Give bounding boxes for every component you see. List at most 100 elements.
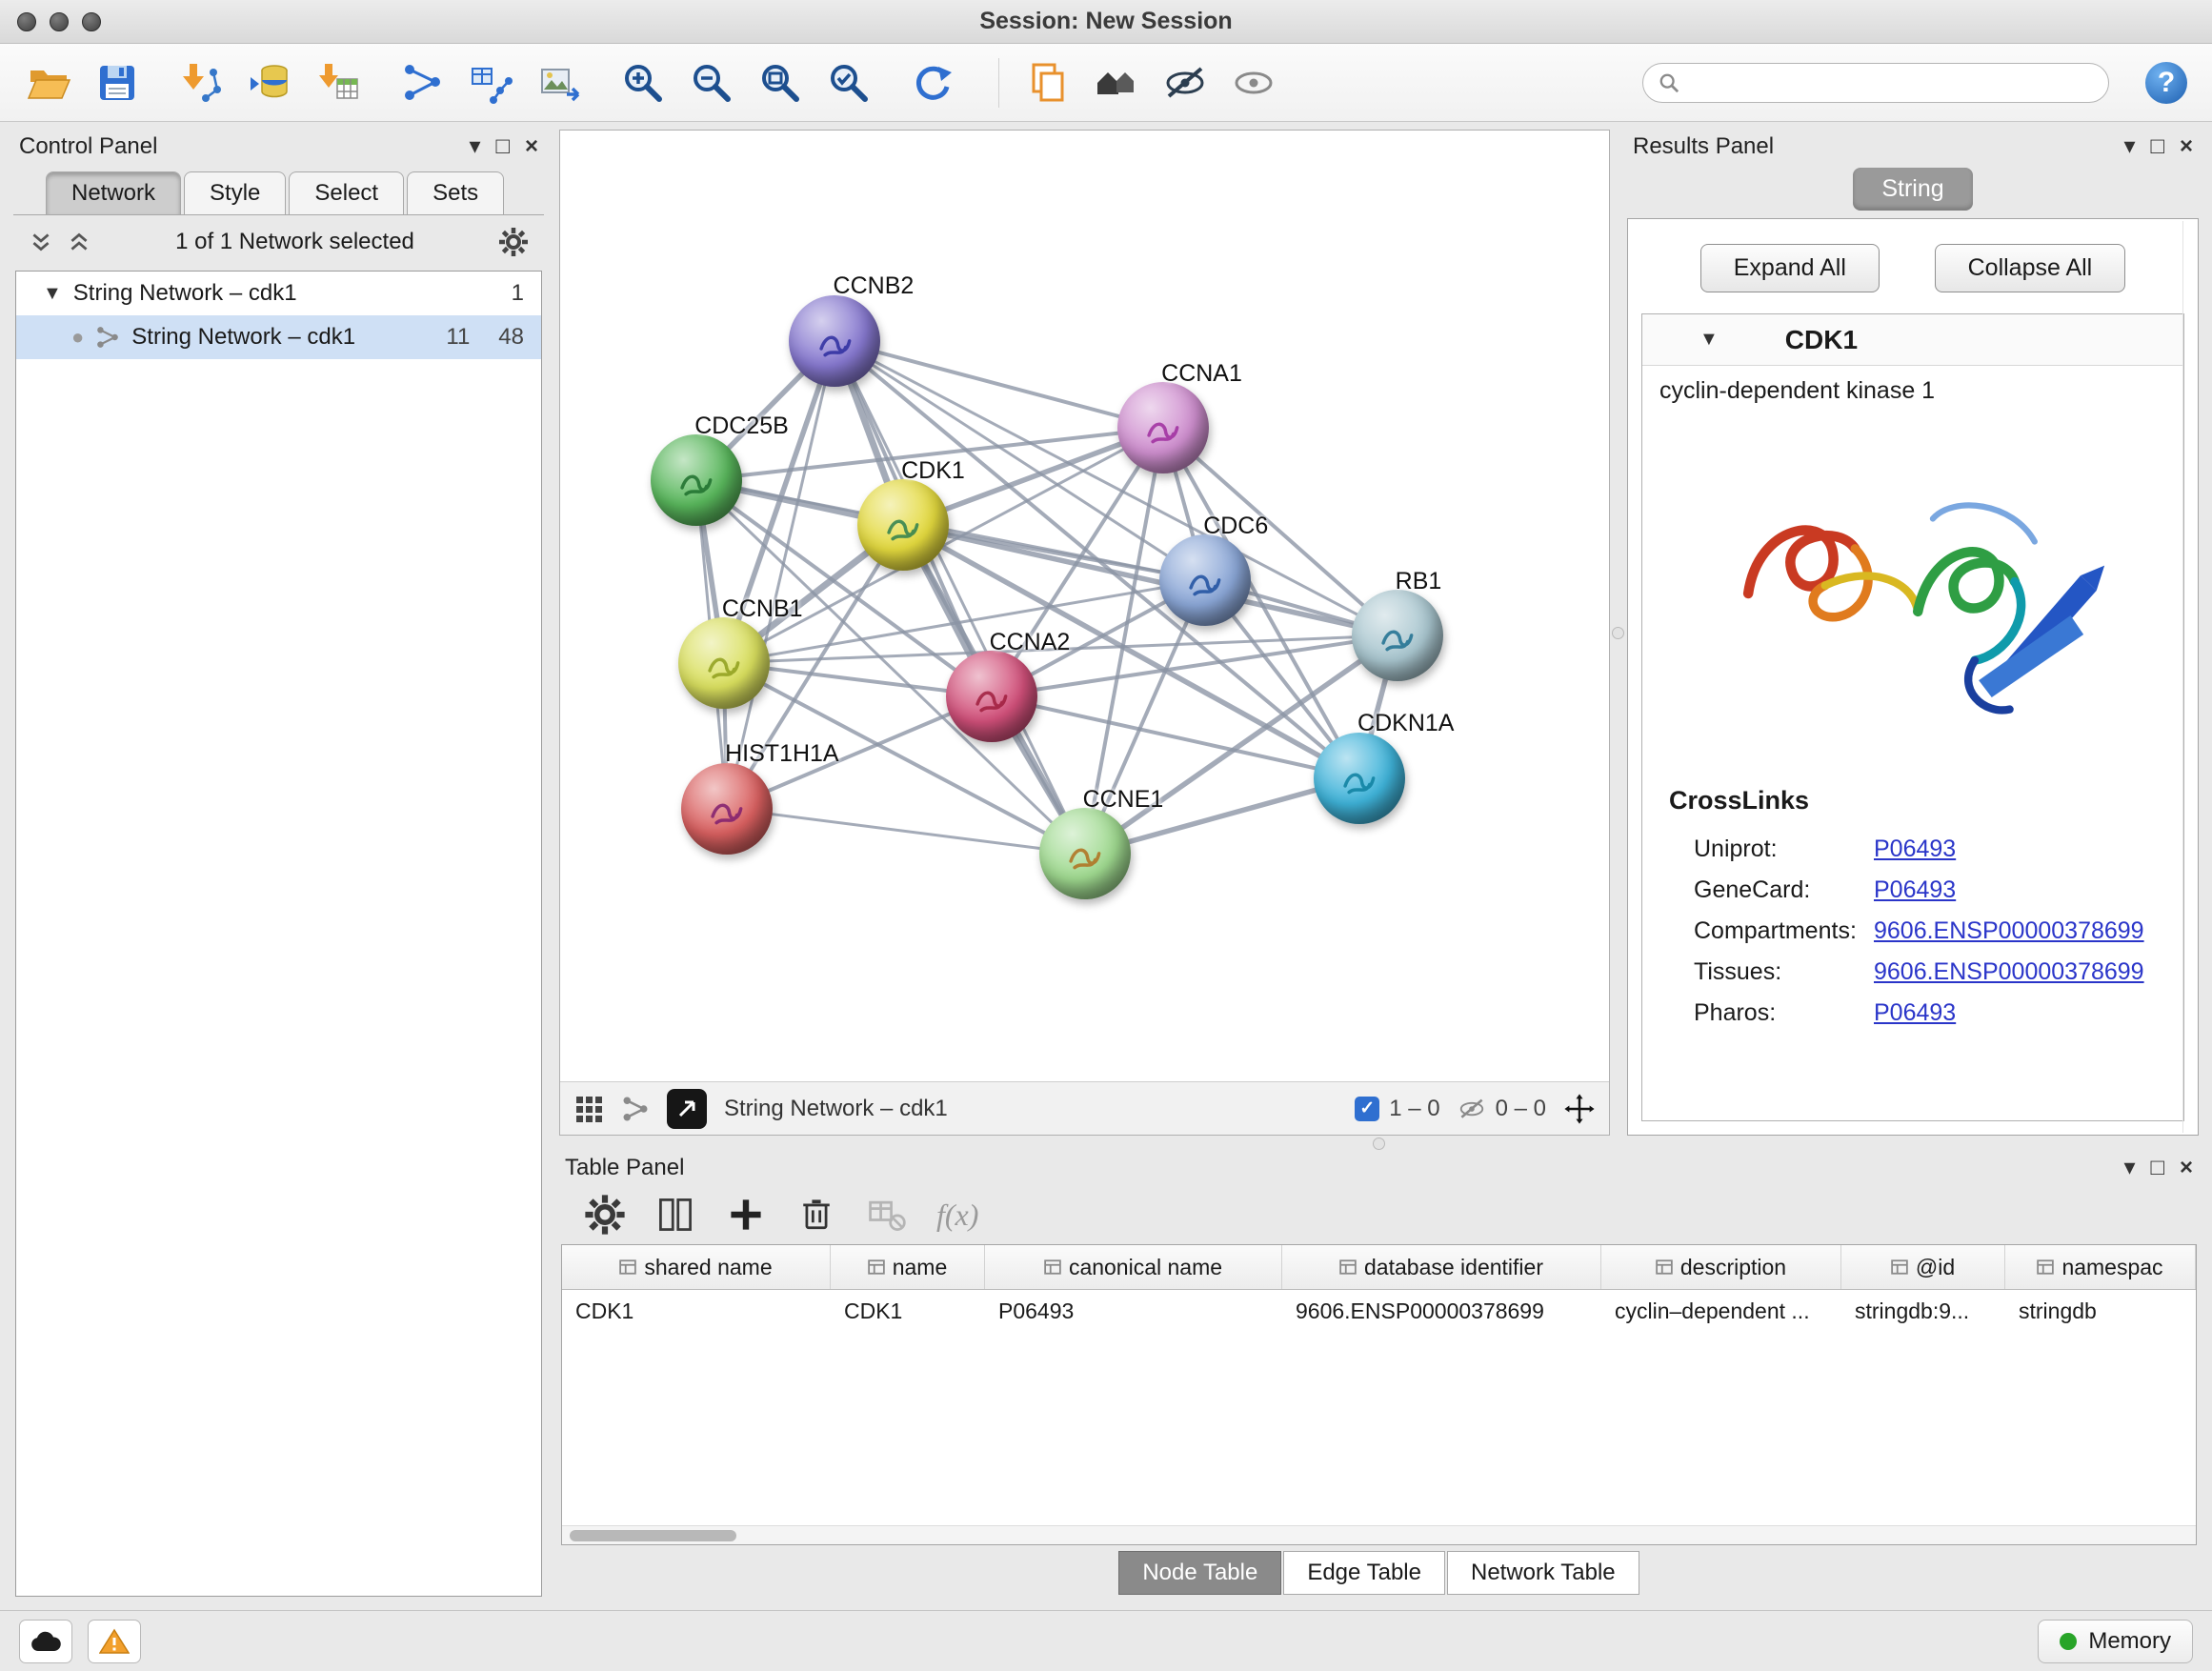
delete-trash-icon[interactable]: [795, 1194, 837, 1236]
table-cell: stringdb: [2005, 1299, 2196, 1324]
import-network-database-icon[interactable]: [246, 59, 293, 107]
network-node-ccnb1[interactable]: CCNB1: [678, 617, 770, 709]
network-node-rb1[interactable]: RB1: [1352, 590, 1443, 681]
network-node-cdc6[interactable]: CDC6: [1159, 534, 1251, 626]
help-icon[interactable]: ?: [2145, 62, 2187, 104]
hide-details-eye-icon[interactable]: [1161, 59, 1209, 107]
control-panel-float-icon[interactable]: □: [495, 135, 510, 158]
expand-all-button[interactable]: Expand All: [1700, 244, 1880, 292]
new-network-icon[interactable]: [398, 59, 446, 107]
network-collection-label: String Network – cdk1: [73, 280, 297, 307]
zoom-selected-icon[interactable]: [825, 59, 873, 107]
copy-document-icon[interactable]: [1024, 59, 1072, 107]
home-networks-icon[interactable]: [1093, 59, 1140, 107]
show-details-eye-icon[interactable]: [1230, 59, 1277, 107]
crosslink-link[interactable]: P06493: [1874, 999, 1956, 1027]
network-node-hist1h1a[interactable]: HIST1H1A: [681, 763, 773, 855]
table-horizontal-scrollbar[interactable]: [562, 1525, 2196, 1544]
tab-node-table[interactable]: Node Table: [1118, 1551, 1281, 1595]
table-row[interactable]: CDK1CDK1P064939606.ENSP00000378699cyclin…: [562, 1290, 2196, 1332]
tab-select[interactable]: Select: [289, 171, 404, 214]
table-cell: CDK1: [562, 1299, 831, 1324]
network-canvas[interactable]: CCNB2 CCNA1 CDC25B CDK1 CDC6 RB1 CCNB1 CCNA2 CDK…: [560, 131, 1609, 1081]
cloud-button[interactable]: [19, 1620, 72, 1663]
column-header--id[interactable]: @id: [1841, 1245, 2005, 1289]
warnings-button[interactable]: [88, 1620, 141, 1663]
table-settings-gear-icon[interactable]: [584, 1194, 626, 1236]
results-panel-collapse-icon[interactable]: ▾: [2123, 135, 2135, 158]
control-panel-collapse-icon[interactable]: ▾: [469, 135, 480, 158]
column-header-shared-name[interactable]: shared name: [562, 1245, 831, 1289]
network-node-ccnb2[interactable]: CCNB2: [789, 295, 880, 387]
crosslink-link[interactable]: 9606.ENSP00000378699: [1874, 958, 2144, 986]
network-row-selected[interactable]: ● String Network – cdk1 11 48: [16, 315, 541, 359]
network-node-count: 11: [446, 324, 470, 351]
network-node-cdkn1a[interactable]: CDKN1A: [1314, 733, 1405, 824]
crosslink-row: Pharos:P06493: [1669, 993, 2174, 1034]
network-tree: ▼ String Network – cdk1 1 ● String Netwo…: [15, 271, 542, 1597]
horizontal-splitter[interactable]: [559, 1136, 2199, 1151]
search-input[interactable]: [1689, 70, 2093, 96]
open-session-icon[interactable]: [25, 59, 72, 107]
tab-network-table[interactable]: Network Table: [1447, 1551, 1639, 1595]
network-list-icon[interactable]: [621, 1095, 650, 1123]
results-panel-float-icon[interactable]: □: [2150, 135, 2164, 158]
crosslink-row: Compartments:9606.ENSP00000378699: [1669, 911, 2174, 952]
column-header-namespac[interactable]: namespac: [2005, 1245, 2196, 1289]
table-panel-collapse-icon[interactable]: ▾: [2123, 1157, 2135, 1179]
column-header-description[interactable]: description: [1601, 1245, 1841, 1289]
table-panel-close-icon[interactable]: ×: [2180, 1157, 2193, 1179]
tab-string[interactable]: String: [1853, 168, 1972, 211]
zoom-in-icon[interactable]: [619, 59, 667, 107]
tab-edge-table[interactable]: Edge Table: [1283, 1551, 1445, 1595]
move-crosshair-icon[interactable]: [1563, 1093, 1596, 1125]
table-panel: Table Panel ▾ □ × f(x) shared namenameca…: [559, 1151, 2199, 1601]
memory-button[interactable]: Memory: [2038, 1620, 2193, 1663]
crosslink-link[interactable]: P06493: [1874, 876, 1956, 904]
column-header-canonical-name[interactable]: canonical name: [985, 1245, 1282, 1289]
refresh-icon[interactable]: [909, 59, 956, 107]
expand-all-chevron-icon[interactable]: [67, 230, 91, 254]
hidden-count: 0 – 0: [1496, 1096, 1546, 1122]
tree-expand-icon[interactable]: ▼: [43, 283, 62, 305]
crosslink-link[interactable]: 9606.ENSP00000378699: [1874, 917, 2144, 945]
network-from-table-icon[interactable]: [467, 59, 514, 107]
grid-view-icon[interactable]: [573, 1094, 604, 1124]
tab-sets[interactable]: Sets: [407, 171, 504, 214]
birdseye-view-button[interactable]: [667, 1089, 707, 1129]
add-row-plus-icon[interactable]: [725, 1194, 767, 1236]
crosslink-link[interactable]: P06493: [1874, 836, 1956, 863]
save-session-icon[interactable]: [93, 59, 141, 107]
node-label: CCNA2: [990, 629, 1071, 656]
table-panel-float-icon[interactable]: □: [2150, 1157, 2164, 1179]
control-panel-close-icon[interactable]: ×: [525, 135, 538, 158]
selected-checkbox-icon[interactable]: ✓: [1355, 1097, 1379, 1121]
column-header-database-identifier[interactable]: database identifier: [1282, 1245, 1601, 1289]
import-table-icon[interactable]: [314, 59, 362, 107]
tab-style[interactable]: Style: [184, 171, 286, 214]
network-selection-status: 1 of 1 Network selected: [105, 229, 485, 255]
tab-network[interactable]: Network: [46, 171, 181, 214]
collapse-all-chevron-icon[interactable]: [29, 230, 53, 254]
export-image-icon[interactable]: [535, 59, 583, 107]
zoom-fit-icon[interactable]: [756, 59, 804, 107]
network-collection-row[interactable]: ▼ String Network – cdk1 1: [16, 272, 541, 315]
network-node-ccne1[interactable]: CCNE1: [1039, 808, 1131, 899]
show-columns-icon[interactable]: [654, 1194, 696, 1236]
gene-collapse-icon[interactable]: ▼: [1699, 329, 1719, 351]
gear-icon[interactable]: [498, 227, 529, 257]
vertical-splitter[interactable]: [1610, 130, 1625, 1136]
results-panel-close-icon[interactable]: ×: [2180, 135, 2193, 158]
scrollbar-thumb[interactable]: [570, 1530, 736, 1541]
network-node-cdc25b[interactable]: CDC25B: [651, 434, 742, 526]
import-network-file-icon[interactable]: [177, 59, 225, 107]
network-view-toolbar: String Network – cdk1 ✓ 1 – 0 0 – 0: [560, 1081, 1609, 1135]
collapse-all-button[interactable]: Collapse All: [1935, 244, 2126, 292]
function-builder-icon[interactable]: f(x): [936, 1198, 978, 1233]
results-scrollbar[interactable]: [2182, 221, 2196, 1133]
network-node-cdk1[interactable]: CDK1: [857, 479, 949, 571]
zoom-out-icon[interactable]: [688, 59, 735, 107]
network-node-ccna1[interactable]: CCNA1: [1117, 382, 1209, 473]
network-node-ccna2[interactable]: CCNA2: [946, 651, 1037, 742]
column-header-name[interactable]: name: [831, 1245, 985, 1289]
